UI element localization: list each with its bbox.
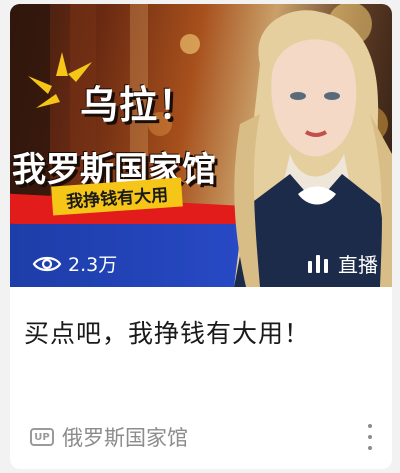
thumbnail-headline: 乌拉！ (80, 83, 198, 127)
video-card[interactable]: 乌拉！ 我罗斯国家馆 我挣钱有大用 2.3万 直播 买点吧，我挣钱有大用！ UP… (10, 4, 392, 469)
eye-icon (32, 256, 62, 271)
video-thumbnail[interactable]: 乌拉！ 我罗斯国家馆 我挣钱有大用 2.3万 直播 (10, 4, 392, 287)
live-bars-icon (308, 254, 328, 273)
more-vertical-icon[interactable] (366, 424, 374, 450)
view-count: 2.3万 (32, 250, 117, 277)
live-label: 直播 (338, 253, 378, 277)
author-name[interactable]: 俄罗斯国家馆 (62, 422, 188, 452)
view-count-value: 2.3万 (68, 254, 118, 276)
author-row[interactable]: UP 俄罗斯国家馆 (30, 422, 188, 452)
live-indicator: 直播 (308, 249, 378, 278)
video-title[interactable]: 买点吧，我挣钱有大用！ (24, 314, 378, 350)
up-badge-icon: UP (30, 428, 54, 446)
